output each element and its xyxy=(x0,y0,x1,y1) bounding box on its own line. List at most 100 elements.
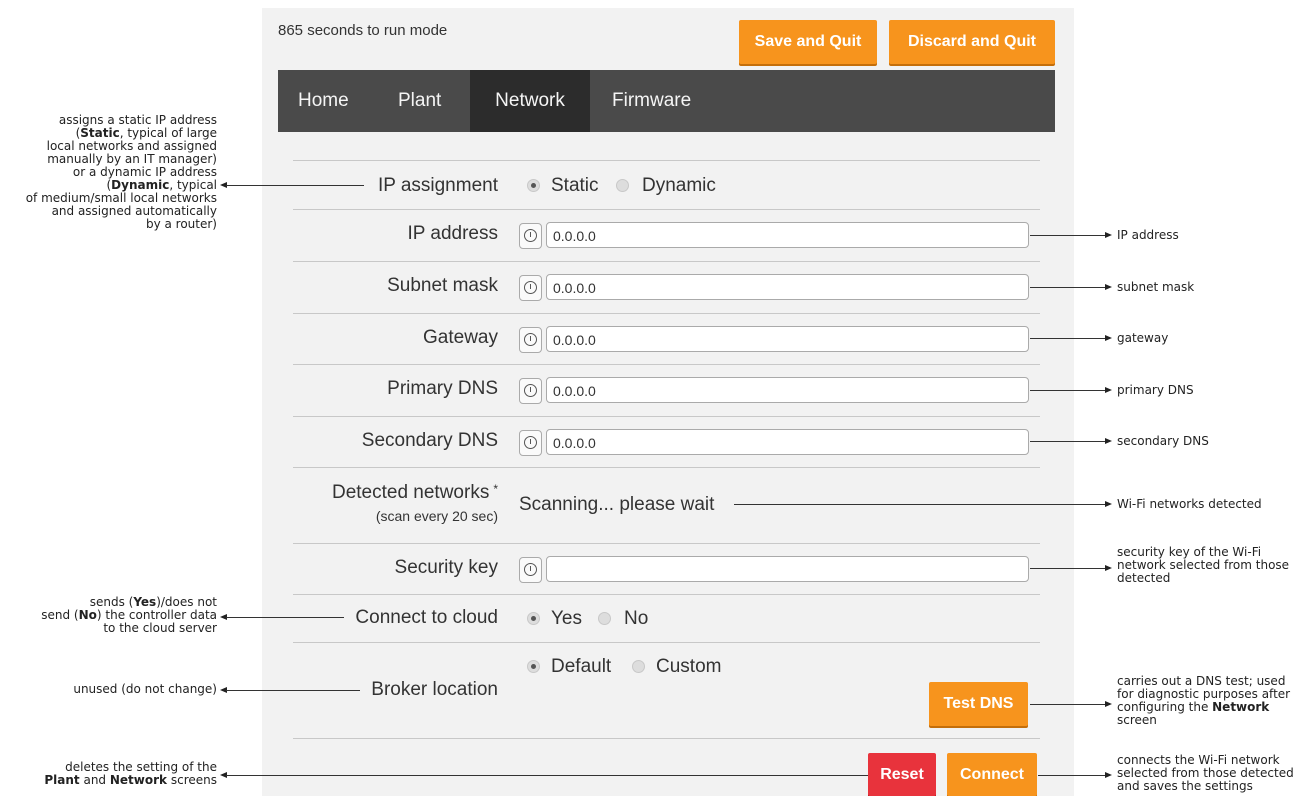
divider xyxy=(293,543,1040,544)
broker-location-label: Broker location xyxy=(371,679,498,700)
leader-arrow-icon xyxy=(1105,335,1112,341)
networks-scan-status: Scanning... please wait xyxy=(519,494,715,515)
secondary-dns-info-button[interactable] xyxy=(519,430,542,456)
annotation-connect-to-cloud: sends (Yes)/does not send (No) the contr… xyxy=(41,595,217,635)
leader-arrow-icon xyxy=(1105,438,1112,444)
divider xyxy=(293,416,1040,417)
subnet-mask-label: Subnet mask xyxy=(387,275,498,296)
gateway-label: Gateway xyxy=(423,327,498,348)
divider xyxy=(293,594,1040,595)
radio-static-label[interactable]: Static xyxy=(551,175,599,197)
leader-line xyxy=(1030,338,1105,339)
reset-button[interactable]: Reset xyxy=(868,753,936,796)
leader-line xyxy=(734,504,1105,505)
leader-arrow-icon xyxy=(1105,501,1112,507)
leader-line xyxy=(226,617,344,618)
leader-arrow-icon xyxy=(1105,565,1112,571)
divider xyxy=(293,261,1040,262)
annotation-primary-dns: primary DNS xyxy=(1117,383,1194,397)
save-and-quit-button[interactable]: Save and Quit xyxy=(739,20,877,64)
info-icon xyxy=(524,436,537,449)
annotation-connect: connects the Wi-Fi network selected from… xyxy=(1117,753,1294,793)
leader-line xyxy=(226,185,364,186)
radio-static[interactable] xyxy=(527,179,540,192)
radio-no-label[interactable]: No xyxy=(624,608,648,630)
detected-networks-sublabel: (scan every 20 sec) xyxy=(375,508,498,524)
annotation-ip-address: IP address xyxy=(1117,228,1179,242)
primary-dns-label: Primary DNS xyxy=(387,378,498,399)
divider xyxy=(293,642,1040,643)
detected-networks-label-text: Detected networks xyxy=(331,482,490,503)
divider xyxy=(293,160,1040,161)
annotation-wifi: Wi-Fi networks detected xyxy=(1117,497,1262,511)
security-key-input[interactable] xyxy=(546,556,1029,582)
asterisk: * xyxy=(493,482,498,496)
tab-network[interactable]: Network xyxy=(470,70,590,132)
radio-dynamic-label[interactable]: Dynamic xyxy=(642,175,716,197)
info-icon xyxy=(524,333,537,346)
discard-and-quit-button[interactable]: Discard and Quit xyxy=(889,20,1055,64)
info-icon xyxy=(524,229,537,242)
radio-yes-label[interactable]: Yes xyxy=(551,608,582,630)
secondary-dns-input[interactable]: 0.0.0.0 xyxy=(546,429,1029,455)
leader-line xyxy=(226,775,868,776)
divider xyxy=(293,209,1040,210)
radio-default-label[interactable]: Default xyxy=(551,656,611,678)
leader-arrow-icon xyxy=(1105,232,1112,238)
radio-custom[interactable] xyxy=(632,660,645,673)
radio-custom-label[interactable]: Custom xyxy=(656,656,721,678)
primary-dns-info-button[interactable] xyxy=(519,378,542,404)
radio-default[interactable] xyxy=(527,660,540,673)
leader-arrow-icon xyxy=(1105,772,1112,778)
radio-no[interactable] xyxy=(598,612,611,625)
annotation-secondary-dns: secondary DNS xyxy=(1117,434,1209,448)
annotation-broker: unused (do not change) xyxy=(73,682,217,696)
annotation-ip-assignment: assigns a static IP address (Static, typ… xyxy=(25,113,217,231)
leader-line xyxy=(1030,235,1105,236)
connect-to-cloud-label: Connect to cloud xyxy=(355,607,498,628)
leader-line xyxy=(1030,441,1105,442)
leader-line xyxy=(1030,704,1105,705)
leader-arrow-icon xyxy=(1105,701,1112,707)
primary-dns-input[interactable]: 0.0.0.0 xyxy=(546,377,1029,403)
detected-networks-label: Detected networks * xyxy=(332,482,498,504)
main-nav: Home Plant Network Firmware xyxy=(278,70,1055,132)
leader-line xyxy=(1030,568,1105,569)
leader-line xyxy=(226,690,360,691)
leader-arrow-icon xyxy=(1105,387,1112,393)
annotation-test-dns: carries out a DNS test; used for diagnos… xyxy=(1117,674,1291,727)
ip-address-info-button[interactable] xyxy=(519,223,542,249)
gateway-info-button[interactable] xyxy=(519,327,542,353)
test-dns-button[interactable]: Test DNS xyxy=(929,682,1028,726)
subnet-mask-info-button[interactable] xyxy=(519,275,542,301)
security-key-label: Security key xyxy=(394,557,498,578)
radio-yes[interactable] xyxy=(527,612,540,625)
divider xyxy=(293,364,1040,365)
info-icon xyxy=(524,384,537,397)
annotation-gateway: gateway xyxy=(1117,331,1169,345)
divider xyxy=(293,738,1040,739)
run-mode-countdown: 865 seconds to run mode xyxy=(278,22,448,39)
annotation-security-key: security key of the Wi-Fi network select… xyxy=(1117,545,1290,585)
info-icon xyxy=(524,281,537,294)
radio-dynamic[interactable] xyxy=(616,179,629,192)
leader-line xyxy=(1030,287,1105,288)
ip-address-label: IP address xyxy=(407,223,498,244)
divider xyxy=(293,467,1040,468)
tab-plant[interactable]: Plant xyxy=(398,70,441,132)
leader-line xyxy=(1030,390,1105,391)
secondary-dns-label: Secondary DNS xyxy=(361,430,498,451)
annotation-reset: deletes the setting of the Plant and Net… xyxy=(44,760,217,787)
connect-button[interactable]: Connect xyxy=(947,753,1037,796)
divider xyxy=(293,313,1040,314)
tab-home[interactable]: Home xyxy=(298,70,349,132)
ip-address-input[interactable]: 0.0.0.0 xyxy=(546,222,1029,248)
leader-line xyxy=(1038,775,1105,776)
security-key-info-button[interactable] xyxy=(519,557,542,583)
leader-arrow-icon xyxy=(1105,284,1112,290)
subnet-mask-input[interactable]: 0.0.0.0 xyxy=(546,274,1029,300)
gateway-input[interactable]: 0.0.0.0 xyxy=(546,326,1029,352)
info-icon xyxy=(524,563,537,576)
tab-firmware[interactable]: Firmware xyxy=(612,70,691,132)
annotation-subnet-mask: subnet mask xyxy=(1117,280,1195,294)
